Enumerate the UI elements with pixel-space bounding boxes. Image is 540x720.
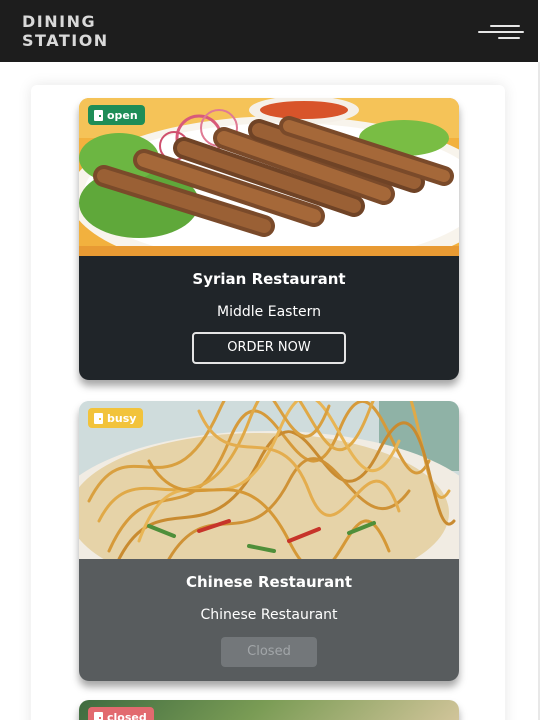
closed-button[interactable]: Closed: [221, 637, 317, 667]
restaurant-card: busy Chinese Restaurant Chinese Restaura…: [79, 401, 459, 681]
restaurant-card: closed: [79, 700, 459, 720]
brand-logo[interactable]: DINING STATION: [22, 12, 109, 50]
hamburger-menu-icon: [490, 25, 520, 27]
order-now-button[interactable]: ORDER NOW: [192, 332, 346, 364]
top-navbar: DINING STATION: [0, 0, 538, 62]
restaurant-cuisine: Chinese Restaurant: [200, 607, 338, 623]
door-icon: [94, 109, 103, 121]
card-info: Chinese Restaurant Chinese Restaurant Cl…: [79, 559, 459, 681]
restaurant-card: open Syrian Restaurant Middle Eastern OR…: [79, 98, 459, 380]
status-badge: open: [88, 105, 145, 125]
restaurant-name: Syrian Restaurant: [192, 270, 346, 288]
door-icon: [94, 412, 103, 424]
menu-toggle-button[interactable]: [476, 22, 528, 42]
status-badge: busy: [88, 408, 144, 428]
status-label: open: [107, 108, 138, 122]
door-icon: [94, 711, 103, 720]
status-label: busy: [107, 411, 137, 425]
restaurant-cuisine: Middle Eastern: [217, 304, 321, 320]
card-info: Syrian Restaurant Middle Eastern ORDER N…: [79, 256, 459, 380]
hamburger-line: [478, 31, 524, 33]
status-label: closed: [107, 710, 147, 720]
status-badge: closed: [88, 707, 154, 720]
hamburger-line: [498, 37, 520, 39]
restaurant-name: Chinese Restaurant: [186, 573, 352, 591]
